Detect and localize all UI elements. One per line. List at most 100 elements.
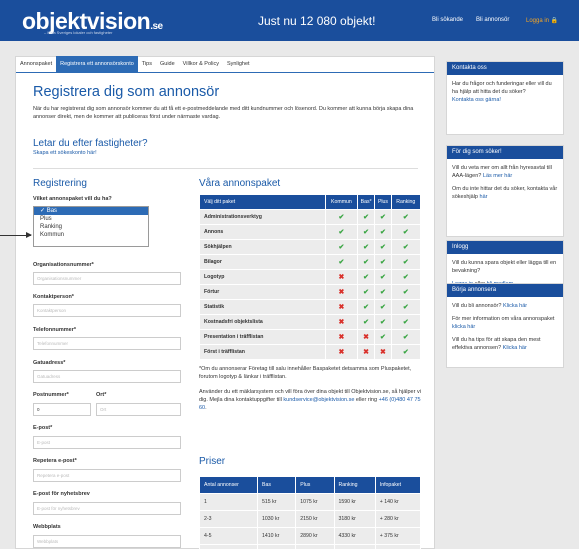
top-header: objektvision.se – Hela Sveriges lokaler … (0, 0, 579, 41)
check-icon: ✔ (374, 329, 392, 345)
package-feature-name: Förtur (199, 284, 326, 300)
read-more-link[interactable]: Läs mer här (483, 173, 512, 179)
ad-tips-link[interactable]: Klicka här (503, 345, 527, 351)
package-feature-name: Logotyp (199, 269, 326, 285)
contact-end: . (205, 405, 207, 411)
package-feature-name: Annons (199, 224, 326, 240)
package-row: Statistik ✖ ✔ ✔ ✔ (199, 299, 422, 315)
check-icon: ✔ (374, 284, 392, 300)
zip-label: Postnummer* (33, 392, 69, 398)
contact-phone-pre: eller ring (354, 397, 379, 403)
contact-us-link[interactable]: Kontakta oss gärna! (452, 97, 501, 103)
check-icon: ✔ (374, 209, 392, 225)
prices-header: Infopaket (374, 476, 422, 494)
cross-icon: ✖ (356, 329, 376, 345)
price-cell: + 140 kr (374, 493, 422, 511)
sidebar-login-title: Inlogg (447, 241, 563, 254)
price-row: 2-3 1030 kr 2150 kr 3180 kr + 280 kr (199, 510, 422, 528)
tab-bar: Annonspaket Registrera ett annonsörskont… (16, 56, 254, 72)
start-text-1: Vill du bli annonsör? (452, 303, 502, 309)
packages-title: Våra annonspaket (199, 178, 281, 189)
price-cell: + 375 kr (374, 527, 422, 545)
orgnr-input[interactable]: Organisationsnummer (33, 272, 181, 285)
check-icon: ✔ (374, 239, 392, 255)
sidebar-seeker: För dig som söker! Vill du veta mer om a… (446, 145, 564, 237)
nav-bli-sokande[interactable]: Bli sökande (432, 17, 463, 23)
package-feature-name: Bilagor (199, 254, 326, 270)
contact-email-link[interactable]: kundservice@objektvision.se (283, 397, 354, 403)
create-search-account-link[interactable]: Skapa ett sökeskonto här! (33, 150, 97, 156)
search-help-link[interactable]: här (480, 194, 488, 200)
start-text-2: För mer information om våra annonspaket (452, 316, 555, 322)
option-bas[interactable]: ✓ Bas (34, 207, 148, 215)
price-row: 1 515 kr 1075 kr 1590 kr + 140 kr (199, 493, 422, 511)
prices-header: Bas (256, 476, 297, 494)
sidebar-contact-text: Har du frågor och funderingar eller vill… (452, 81, 552, 95)
become-advertiser-link[interactable]: Klicka här (503, 303, 527, 309)
price-cell: 6-10 (199, 544, 258, 549)
email-repeat-label: Repetera e-post* (33, 458, 77, 464)
price-cell: 1410 kr (256, 527, 297, 545)
price-cell: 515 kr (256, 493, 297, 511)
tab-guide[interactable]: Guide (156, 56, 179, 72)
price-cell: 1590 kr (333, 493, 376, 511)
check-icon: ✔ (390, 344, 422, 360)
contact-input[interactable]: Kontaktperson (33, 304, 181, 317)
package-info-link[interactable]: klicka här (452, 324, 475, 330)
cross-icon: ✖ (325, 329, 358, 345)
option-kommun[interactable]: Kommun (34, 231, 148, 239)
orgnr-label: Organisationsnummer* (33, 262, 94, 268)
option-ranking[interactable]: Ranking (34, 223, 148, 231)
tab-villkor[interactable]: Villkor & Policy (179, 56, 223, 72)
email-input[interactable]: E-post (33, 436, 181, 449)
check-icon: ✔ (356, 314, 376, 330)
package-feature-name: Statistik (199, 299, 326, 315)
form-title: Registrering (33, 178, 87, 189)
packages-header: Kommun (325, 194, 358, 210)
package-feature-name: Administrationsverktyg (199, 209, 326, 225)
phone-input[interactable]: Telefonnummer (33, 337, 181, 350)
package-row: Först i träfflistan ✖ ✖ ✖ ✔ (199, 344, 422, 360)
check-icon: ✓ (40, 208, 47, 214)
check-icon: ✔ (325, 209, 358, 225)
website-input[interactable]: Webbplats (33, 535, 181, 548)
nav-login[interactable]: Logga in 🔒 (526, 17, 558, 24)
address-input[interactable]: Gatuadress (33, 370, 181, 383)
package-row: Bilagor ✔ ✔ ✔ ✔ (199, 254, 422, 270)
price-cell: 3180 kr (333, 510, 376, 528)
package-row: Kostnadsfri objektslista ✖ ✔ ✔ ✔ (199, 314, 422, 330)
packages-header: Bas* (356, 194, 376, 210)
tab-synlighet[interactable]: Synlighet (223, 56, 254, 72)
package-feature-name: Kostnadsfri objektslista (199, 314, 326, 330)
search-heading: Letar du efter fastigheter? (33, 138, 148, 149)
option-plus[interactable]: Plus (34, 215, 148, 223)
packages-footnote: *Om du annonserar Företag till salu inne… (199, 366, 412, 380)
tab-annonspaket[interactable]: Annonspaket (16, 56, 56, 72)
check-icon: ✔ (356, 254, 376, 270)
price-cell: + 515 kr (374, 544, 422, 549)
packages-header: Plus (374, 194, 392, 210)
check-icon: ✔ (390, 329, 422, 345)
tab-tips[interactable]: Tips (138, 56, 156, 72)
seeker-text-2: Om du inte hittar det du söker, kontakta… (452, 186, 558, 200)
newsletter-input[interactable]: E-post för nyhetsbrev (33, 502, 181, 515)
prices-table: Antal annonser Bas Plus Ranking Infopake… (199, 476, 422, 549)
price-cell: 5840 kr (333, 544, 376, 549)
package-row: Sökhjälpen ✔ ✔ ✔ ✔ (199, 239, 422, 255)
check-icon: ✔ (390, 314, 422, 330)
nav-bli-annonsor[interactable]: Bli annonsör (476, 17, 509, 23)
packages-header: Välj ditt paket (199, 194, 326, 210)
tab-registrera[interactable]: Registrera ett annonsörskonto (56, 56, 138, 72)
website-label: Webbplats (33, 524, 61, 530)
prices-header: Ranking (333, 476, 376, 494)
price-row: 4-5 1410 kr 2890 kr 4330 kr + 375 kr (199, 527, 422, 545)
intro-text: När du har registrerat dig som annonsör … (33, 106, 414, 120)
tagline: – Hela Sveriges lokaler och fastigheter (44, 30, 113, 35)
package-feature-name: Först i träfflistan (199, 344, 326, 360)
zip-input[interactable]: 0 (33, 403, 91, 416)
packages-header: Ranking (390, 194, 422, 210)
package-select[interactable]: ✓ Bas Plus Ranking Kommun (33, 206, 149, 247)
check-icon: ✔ (356, 239, 376, 255)
email-repeat-input[interactable]: Repetera e-post (33, 469, 181, 482)
city-input[interactable]: Ort (96, 403, 181, 416)
